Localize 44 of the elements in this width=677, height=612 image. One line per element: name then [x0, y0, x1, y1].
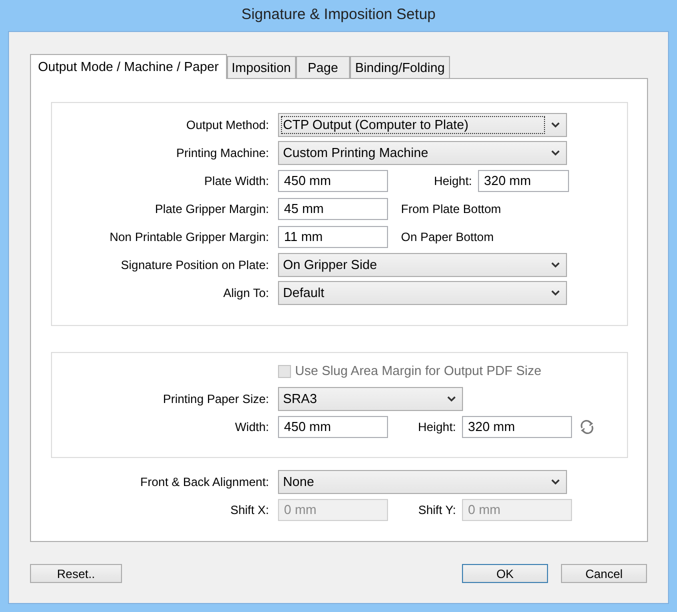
- dialog-button[interactable]: Reset..: [30, 564, 122, 582]
- field-label: Plate Gripper Margin:: [154, 201, 269, 218]
- chevron-down-icon: [551, 122, 560, 128]
- hint-text: On Paper Bottom: [401, 229, 494, 246]
- dropdown[interactable]: SRA3: [278, 387, 463, 411]
- tab[interactable]: Output Mode / Machine / Paper: [30, 54, 227, 79]
- field-label: Plate Width:: [203, 173, 269, 190]
- dropdown[interactable]: CTP Output (Computer to Plate): [278, 113, 567, 137]
- field-label: Shift X:: [229, 502, 269, 519]
- tab[interactable]: Binding/Folding: [350, 56, 450, 78]
- field-label: Output Method:: [185, 117, 269, 134]
- chevron-down-icon: [551, 479, 560, 485]
- window-title: Signature & Imposition Setup: [241, 5, 436, 26]
- chevron-down-icon: [551, 262, 560, 268]
- checkbox-label: Use Slug Area Margin for Output PDF Size: [295, 362, 542, 380]
- input-field[interactable]: 320 mm: [478, 170, 569, 192]
- swap-icon[interactable]: [579, 419, 595, 435]
- chevron-down-icon: [551, 290, 560, 296]
- field-label: Height:: [432, 173, 472, 190]
- tab[interactable]: Page: [296, 56, 350, 78]
- chevron-down-icon: [447, 396, 456, 402]
- dialog-button[interactable]: Cancel: [561, 564, 647, 582]
- dialog-button[interactable]: OK: [462, 564, 548, 582]
- field-label: Width:: [234, 419, 269, 436]
- input-field[interactable]: 320 mm: [462, 416, 572, 438]
- hint-text: From Plate Bottom: [401, 201, 502, 218]
- field-label: Front & Back Alignment:: [139, 474, 269, 491]
- field-label: Align To:: [222, 285, 269, 302]
- input-field[interactable]: 450 mm: [278, 416, 388, 438]
- field-label: Signature Position on Plate:: [120, 257, 269, 274]
- dropdown[interactable]: None: [278, 470, 567, 494]
- dropdown[interactable]: Default: [278, 281, 567, 305]
- input-field[interactable]: 45 mm: [278, 198, 388, 220]
- tab[interactable]: Imposition: [226, 56, 296, 78]
- dropdown[interactable]: Custom Printing Machine: [278, 141, 567, 165]
- field-label: Printing Machine:: [175, 145, 269, 162]
- field-label: Height:: [416, 419, 456, 436]
- input-field[interactable]: 11 mm: [278, 226, 388, 248]
- dropdown[interactable]: On Gripper Side: [278, 253, 567, 277]
- chevron-down-icon: [551, 150, 560, 156]
- field-label: Printing Paper Size:: [162, 391, 269, 408]
- field-label: Shift Y:: [417, 502, 456, 519]
- field-label: Non Printable Gripper Margin:: [108, 229, 269, 246]
- input-field[interactable]: 450 mm: [278, 170, 388, 192]
